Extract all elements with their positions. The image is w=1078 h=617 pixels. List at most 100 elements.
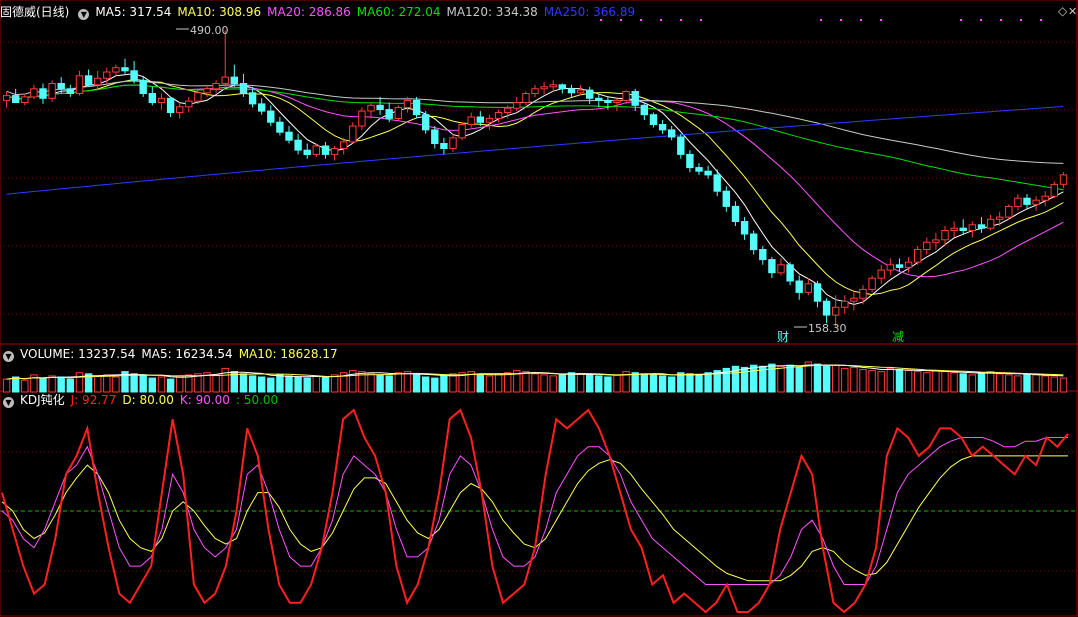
candle-body xyxy=(139,79,147,95)
volume-bar xyxy=(367,373,375,393)
candle xyxy=(285,126,293,144)
candle xyxy=(412,96,421,119)
volume-bar xyxy=(75,372,84,393)
candle xyxy=(786,262,794,286)
candle-body xyxy=(859,288,867,299)
high-price-label: 490.00 xyxy=(190,24,229,37)
volume-bar xyxy=(258,376,266,393)
volume-bar xyxy=(850,366,858,393)
volume-bar xyxy=(695,374,703,393)
marker-cai[interactable]: 财 xyxy=(777,330,789,344)
candle xyxy=(740,217,749,240)
candle-body xyxy=(467,116,475,125)
kdj-header: ▼ KDJ钝化 J: 92.77 D: 80.00 K: 90.00: 50.00 xyxy=(0,392,284,408)
candle xyxy=(822,298,831,324)
candle xyxy=(467,112,475,128)
candle-body xyxy=(239,83,248,94)
candle-body xyxy=(449,137,457,150)
candle-body xyxy=(713,174,721,192)
candle-body xyxy=(740,221,749,235)
volume-bars[interactable] xyxy=(2,361,1068,393)
candle xyxy=(868,275,876,293)
chevron-down-icon[interactable]: ▼ xyxy=(3,351,14,362)
candle xyxy=(440,137,448,155)
kdj-level: : 50.00 xyxy=(235,393,279,407)
signal-dot xyxy=(820,19,822,21)
volume-bar xyxy=(795,366,803,393)
candle-body xyxy=(868,277,876,290)
chevron-down-icon[interactable]: ▼ xyxy=(78,9,90,20)
candle-body xyxy=(549,84,557,88)
volume-bar xyxy=(39,377,47,393)
volume-bar xyxy=(94,375,102,393)
candle-body xyxy=(422,114,430,131)
volume-bar xyxy=(1059,377,1068,393)
ma250-line xyxy=(6,106,1064,195)
kdj-k: K: 90.00 xyxy=(179,393,230,407)
volume-bar xyxy=(522,371,530,393)
volume-bar xyxy=(996,373,1004,393)
candle-body xyxy=(668,129,676,138)
price-candles[interactable] xyxy=(2,30,1068,327)
volume-bar xyxy=(494,373,503,393)
candle-body xyxy=(130,70,138,81)
candle-body xyxy=(695,167,703,172)
candle-body xyxy=(586,89,594,99)
candle xyxy=(886,258,894,276)
volume-bar xyxy=(950,372,958,393)
candle xyxy=(358,107,366,130)
candle-body xyxy=(822,300,831,316)
candle xyxy=(813,280,822,308)
candle-body xyxy=(1032,199,1040,205)
candle-body xyxy=(1059,174,1068,185)
candle-body xyxy=(385,109,393,119)
volume-bar xyxy=(586,374,594,393)
candle xyxy=(21,93,29,106)
candle xyxy=(30,84,38,100)
marker-jian[interactable]: 减 xyxy=(892,330,904,344)
candle xyxy=(986,214,995,231)
volume-bar xyxy=(385,375,393,393)
candle-body xyxy=(877,269,885,279)
volume-bar xyxy=(740,366,749,393)
candle-body xyxy=(1041,195,1049,201)
candle-body xyxy=(21,96,29,104)
candle-body xyxy=(722,190,730,207)
candle xyxy=(221,30,229,87)
volume-bar xyxy=(932,370,940,393)
candle-body xyxy=(476,116,485,123)
candle xyxy=(586,86,594,104)
candle-body xyxy=(522,93,530,103)
signal-dot xyxy=(1000,19,1002,21)
close-icon[interactable]: ✕ xyxy=(1068,5,1077,18)
chevron-down-icon[interactable]: ▼ xyxy=(3,397,14,408)
candle-body xyxy=(330,148,339,155)
candle-body xyxy=(340,141,348,149)
volume-bar xyxy=(1041,375,1049,393)
candle xyxy=(950,221,958,238)
candle-body xyxy=(121,67,129,72)
candle xyxy=(66,84,74,97)
diamond-icon[interactable]: ◇ xyxy=(1058,4,1068,18)
candle-body xyxy=(914,249,922,263)
candle-body xyxy=(1050,183,1058,197)
candle-body xyxy=(39,88,47,99)
candle xyxy=(549,80,557,92)
volume-bar xyxy=(923,372,931,393)
kline-chart-canvas[interactable]: 490.00 158.30 财 减 ◇ ✕ xyxy=(0,0,1078,617)
candle-body xyxy=(904,261,913,268)
candle-body xyxy=(759,249,767,261)
candle xyxy=(230,64,239,87)
candle-body xyxy=(567,88,576,94)
signal-dot xyxy=(700,19,702,21)
candle xyxy=(540,82,548,95)
volume-bar xyxy=(531,373,539,393)
candle-body xyxy=(157,97,166,104)
volume-bar xyxy=(130,373,138,393)
candle xyxy=(595,93,603,108)
volume-title: VOLUME: 13237.54 xyxy=(20,347,136,361)
candle-body xyxy=(613,99,621,104)
candle-body xyxy=(221,76,229,85)
volume-bar xyxy=(112,376,120,393)
volume-bar xyxy=(139,375,147,393)
